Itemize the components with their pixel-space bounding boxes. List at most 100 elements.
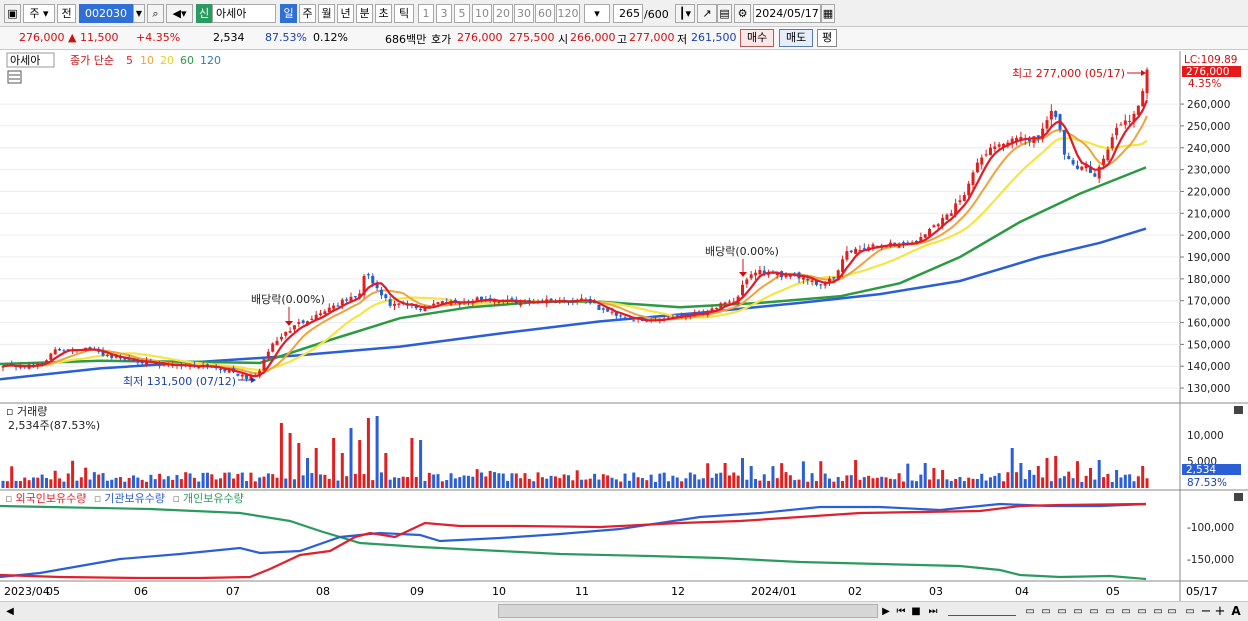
stock-code-input[interactable]: 002030	[79, 4, 133, 23]
gear-icon[interactable]: ⚙	[734, 4, 751, 23]
buy-button[interactable]: 매수	[740, 29, 775, 47]
volume-bar	[110, 479, 114, 488]
zoom-in-icon[interactable]: +	[1214, 604, 1226, 619]
zoom-out-icon[interactable]: −	[1200, 604, 1212, 619]
avg-price-button[interactable]: 평	[817, 29, 838, 47]
volume-bar	[975, 479, 979, 488]
stop-icon[interactable]: ■	[910, 604, 922, 619]
stock-name-field[interactable]: 아세아	[212, 4, 276, 23]
scroll-right-icon[interactable]: ▶	[880, 604, 892, 619]
first-page-icon[interactable]: ⏮	[894, 604, 908, 619]
period-month[interactable]: 월	[318, 4, 335, 23]
window-icon-10[interactable]: ▭	[1166, 604, 1178, 619]
period-second[interactable]: 초	[375, 4, 392, 23]
prev-button[interactable]: 전	[57, 4, 76, 23]
window-icon[interactable]: ▣	[4, 4, 21, 23]
volume-bar	[1132, 481, 1136, 488]
interval-1[interactable]: 1	[418, 4, 434, 23]
x-label-08: 08	[316, 585, 330, 598]
volume-bar	[462, 475, 466, 488]
volume-bar	[814, 481, 818, 488]
market-type-select[interactable]: 주 ▾	[23, 4, 55, 23]
code-dropdown-icon[interactable]: ▼	[133, 4, 145, 23]
period-tick[interactable]: 틱	[394, 4, 414, 23]
period-minute[interactable]: 분	[356, 4, 373, 23]
candle-body	[988, 147, 992, 156]
volume-bar	[558, 478, 562, 488]
speaker-icon[interactable]: ◀▾	[166, 4, 193, 23]
new-badge[interactable]: 신	[196, 4, 212, 23]
volume-bar	[967, 477, 971, 488]
interval-custom-select[interactable]: ▾	[584, 4, 610, 23]
candle-body	[832, 277, 836, 279]
volume-bar	[988, 477, 992, 488]
window-icon-8[interactable]: ▭	[1136, 604, 1148, 619]
count-total-label: /600	[644, 8, 669, 21]
interval-30[interactable]: 30	[514, 4, 534, 23]
volume-bar	[271, 474, 275, 488]
candle-type-icon[interactable]: ┃▾	[675, 4, 695, 23]
interval-10[interactable]: 10	[472, 4, 492, 23]
date-input[interactable]: 2024/05/17	[753, 4, 821, 23]
zoom-slider[interactable]	[948, 604, 1016, 616]
volume-bar	[514, 473, 518, 488]
interval-120[interactable]: 120	[556, 4, 580, 23]
volume-bar	[88, 479, 92, 488]
draw-line-icon[interactable]: ↗	[697, 4, 717, 23]
sell-button[interactable]: 매도	[779, 29, 814, 47]
volume-bar	[997, 473, 1001, 488]
volume-bar	[523, 473, 527, 488]
search-icon[interactable]: ⌕	[147, 4, 164, 23]
candle-body	[1123, 120, 1127, 125]
scroll-left-icon[interactable]: ◀	[4, 604, 16, 619]
volume-bar	[97, 474, 101, 488]
candle-body	[923, 234, 927, 238]
window-icon-9[interactable]: ▭	[1152, 604, 1164, 619]
count-input[interactable]: 265	[613, 4, 643, 23]
volume-bar	[388, 479, 392, 488]
window-icon-2[interactable]: ▭	[1040, 604, 1052, 619]
volume-pct-tag: 87.53%	[1187, 477, 1227, 489]
table-icon[interactable]	[7, 70, 22, 84]
interval-20[interactable]: 20	[493, 4, 513, 23]
window-icon-1[interactable]: ▭	[1024, 604, 1036, 619]
window-icon-6[interactable]: ▭	[1104, 604, 1116, 619]
volume-panel-close-icon[interactable]	[1234, 406, 1243, 414]
window-icon-3[interactable]: ▭	[1056, 604, 1068, 619]
window-icon-5[interactable]: ▭	[1088, 604, 1100, 619]
volume-bar	[897, 473, 901, 488]
volume-bar	[723, 463, 727, 488]
save-icon[interactable]: ▤	[717, 4, 732, 23]
volume-bar	[258, 477, 262, 488]
period-year[interactable]: 년	[337, 4, 354, 23]
interval-3[interactable]: 3	[436, 4, 452, 23]
period-day[interactable]: 일	[280, 4, 297, 23]
candle-body	[810, 280, 814, 283]
candle-body	[388, 299, 392, 306]
volume-bar	[706, 463, 710, 488]
volume-bar	[806, 481, 810, 488]
volume-bar	[741, 458, 744, 488]
volume-bar	[854, 460, 858, 488]
volume-bar	[536, 472, 540, 488]
price-change: ▲ 11,500	[68, 31, 119, 44]
interval-5[interactable]: 5	[454, 4, 470, 23]
volume-bar	[658, 473, 662, 488]
volume-bar	[793, 480, 797, 488]
font-size-icon[interactable]: A	[1229, 604, 1243, 619]
last-page-icon[interactable]: ⏭	[926, 604, 940, 619]
holdings-panel-close-icon[interactable]	[1234, 493, 1243, 501]
horizontal-scrollbar[interactable]	[498, 604, 878, 618]
stock-chart[interactable]: 130,000 140,000 150,000 160,000 170,000 180,0…	[0, 51, 1248, 601]
window-icon-7[interactable]: ▭	[1120, 604, 1132, 619]
calendar-icon[interactable]: ▦	[821, 4, 835, 23]
price-tick-label: 170,000	[1187, 296, 1230, 308]
volume-bar	[1123, 474, 1127, 488]
volume-bar	[266, 473, 270, 488]
period-week[interactable]: 주	[299, 4, 316, 23]
volume-bar	[366, 418, 370, 488]
window-icon-11[interactable]: ▭	[1184, 604, 1196, 619]
interval-60[interactable]: 60	[535, 4, 555, 23]
window-icon-4[interactable]: ▭	[1072, 604, 1084, 619]
top-toolbar: ▣ 주 ▾ 전 002030 ▼ ⌕ ◀▾ 신 아세아 일 주 월 년 분 초 …	[0, 0, 1248, 27]
